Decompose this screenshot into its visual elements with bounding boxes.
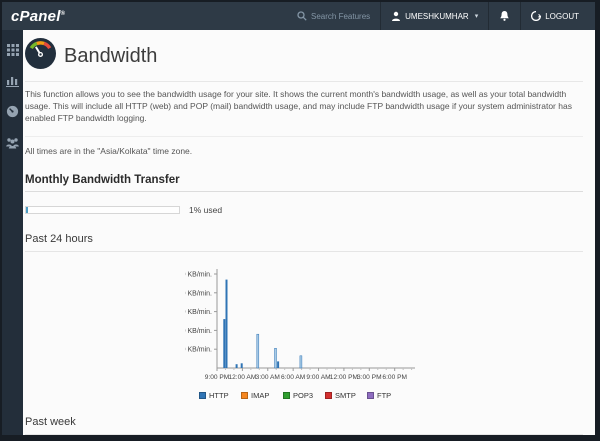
legend-label: HTTP <box>209 391 229 400</box>
svg-text:6:00 PM: 6:00 PM <box>382 374 407 381</box>
page-description: This function allows you to see the band… <box>25 89 583 137</box>
sidebar-item-home[interactable] <box>5 42 20 57</box>
sidebar-item-users[interactable] <box>5 135 20 150</box>
logout-icon <box>531 11 541 21</box>
legend-item: IMAP <box>241 391 283 400</box>
svg-text:9:00 AM: 9:00 AM <box>306 374 330 381</box>
past24-chart: 10 KB/min. 20 KB/min. 30 KB/min. 40 KB/min.… <box>185 264 435 383</box>
svg-text:10 KB/min.: 10 KB/min. <box>185 346 212 353</box>
page-body: Bandwidth This function allows you to se… <box>2 30 595 435</box>
svg-text:9:00 PM: 9:00 PM <box>205 374 230 381</box>
legend-label: IMAP <box>251 391 269 400</box>
search-label: Search Features <box>311 12 370 21</box>
main-content: Bandwidth This function allows you to se… <box>23 30 595 435</box>
sidebar-item-metrics[interactable] <box>5 104 20 119</box>
gauge-icon <box>6 105 19 118</box>
legend-label: POP3 <box>293 391 313 400</box>
svg-text:3:00 PM: 3:00 PM <box>357 374 382 381</box>
user-menu[interactable]: UMESHKUMHAR ▾ <box>380 2 488 30</box>
legend-item: FTP <box>367 391 409 400</box>
logout-button[interactable]: LOGOUT <box>520 2 589 30</box>
legend-swatch <box>325 392 332 399</box>
chevron-down-icon: ▾ <box>475 12 479 20</box>
legend-item: HTTP <box>199 391 241 400</box>
monthly-usage-row: 1% used <box>25 205 583 215</box>
cpanel-logo[interactable]: cPanel® <box>11 8 65 25</box>
legend-swatch <box>283 392 290 399</box>
page-title: Bandwidth <box>64 45 157 68</box>
search-icon <box>297 11 307 21</box>
legend-item: POP3 <box>283 391 325 400</box>
legend-swatch <box>199 392 206 399</box>
legend-item: SMTP <box>325 391 367 400</box>
svg-text:3:00 AM: 3:00 AM <box>256 374 280 381</box>
navbar-right: Search Features UMESHKUMHAR ▾ LOGOUT <box>287 2 589 30</box>
user-icon <box>391 11 401 21</box>
svg-text:50 KB/min.: 50 KB/min. <box>185 271 212 278</box>
svg-text:12:00 AM: 12:00 AM <box>228 374 256 381</box>
svg-text:20 KB/min.: 20 KB/min. <box>185 328 212 335</box>
past-week-heading: Past week <box>25 416 583 435</box>
left-sidebar <box>2 30 23 435</box>
brand-text: cPanel <box>11 8 61 25</box>
usage-percent-label: 1% used <box>189 205 222 215</box>
bell-icon <box>499 10 510 22</box>
legend-swatch <box>241 392 248 399</box>
top-navbar: cPanel® Search Features UMESHKUMHAR ▾ <box>2 2 595 30</box>
logout-label: LOGOUT <box>545 12 579 21</box>
svg-text:12:00 PM: 12:00 PM <box>330 374 358 381</box>
notifications-button[interactable] <box>488 2 520 30</box>
page-header: Bandwidth <box>25 30 583 82</box>
bandwidth-gauge-icon <box>25 38 56 74</box>
username: UMESHKUMHAR <box>405 12 469 21</box>
past-24-hours-heading: Past 24 hours <box>25 233 583 252</box>
timezone-note: All times are in the "Asia/Kolkata" time… <box>25 146 583 156</box>
browser-frame: cPanel® Search Features UMESHKUMHAR ▾ <box>0 0 600 441</box>
apps-grid-icon <box>7 44 19 56</box>
bandwidth-progress-bar <box>25 206 180 214</box>
svg-text:40 KB/min.: 40 KB/min. <box>185 290 212 297</box>
legend-swatch <box>367 392 374 399</box>
past24-chart-container: 10 KB/min. 20 KB/min. 30 KB/min. 40 KB/min.… <box>185 264 583 388</box>
progress-fill <box>26 207 28 213</box>
bar-chart-icon <box>6 74 19 87</box>
svg-text:6:00 AM: 6:00 AM <box>281 374 305 381</box>
brand-trademark: ® <box>61 11 66 17</box>
user-group-icon <box>6 137 19 149</box>
chart-legend: HTTP IMAP POP3 SMTP FTP <box>199 391 583 400</box>
svg-text:30 KB/min.: 30 KB/min. <box>185 309 212 316</box>
legend-label: FTP <box>377 391 391 400</box>
search-features-button[interactable]: Search Features <box>287 2 380 30</box>
sidebar-item-statistics[interactable] <box>5 73 20 88</box>
legend-label: SMTP <box>335 391 356 400</box>
monthly-transfer-heading: Monthly Bandwidth Transfer <box>25 174 583 192</box>
